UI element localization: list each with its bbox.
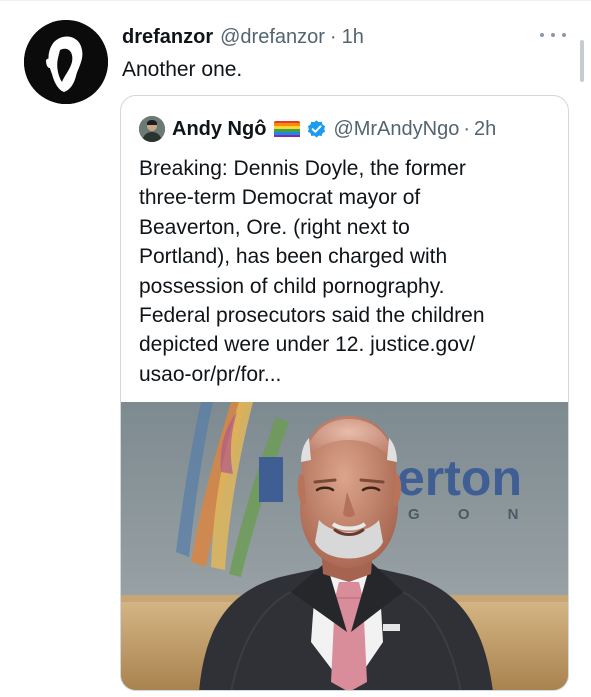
quoted-author-name[interactable]: Andy Ngô <box>172 118 266 141</box>
quoted-text-line: Federal prosecutors said the children <box>139 304 485 328</box>
quoted-tweet-text: Breaking: Dennis Doyle, the former three… <box>139 154 559 389</box>
avatar[interactable] <box>24 20 108 104</box>
tweet-timestamp[interactable]: 1h <box>342 26 364 49</box>
quoted-text-line: usao-or/pr/for... <box>139 362 282 386</box>
author-name[interactable]: drefanzor <box>122 26 213 49</box>
separator-dot: · <box>463 117 471 140</box>
avatar-silhouette-icon <box>24 20 108 104</box>
more-dot <box>540 33 544 37</box>
quoted-avatar-portrait-icon <box>139 116 165 142</box>
sign-text: erton <box>397 450 522 506</box>
quoted-text-line: Breaking: Dennis Doyle, the former <box>139 157 466 180</box>
quoted-text-line: Portland), has been charged with <box>139 245 448 269</box>
portrait-photo: erton G O N <box>121 402 568 690</box>
verified-badge-icon[interactable] <box>306 119 327 140</box>
rainbow-flag-icon <box>274 120 301 138</box>
quoted-tweet-header: Andy Ngô @MrAndyNgo · 2h <box>139 116 496 142</box>
more-dot <box>551 33 555 37</box>
top-divider <box>0 0 591 1</box>
more-horizontal-icon[interactable] <box>540 30 566 40</box>
more-dot <box>562 33 566 37</box>
tweet-header: drefanzor @drefanzor · 1h <box>122 26 364 49</box>
quoted-tweet-timestamp[interactable]: 2h <box>474 118 496 141</box>
quoted-tweet-card[interactable]: Andy Ngô @MrAndyNgo · 2h Breaking: Denni… <box>120 95 569 691</box>
quoted-text-line: possession of child pornography. <box>139 274 445 298</box>
quoted-author-avatar[interactable] <box>139 116 165 142</box>
sign-subtext: G O N <box>408 506 536 523</box>
quoted-text-line: three-term Democrat mayor of <box>139 186 421 210</box>
scrollbar-thumb[interactable] <box>580 40 584 82</box>
quoted-text-line: Beaverton, Ore. (right next to <box>139 215 410 239</box>
quoted-tweet-photo[interactable]: erton G O N <box>121 402 568 690</box>
quoted-author-handle[interactable]: @MrAndyNgo <box>333 118 459 141</box>
author-handle[interactable]: @drefanzor <box>220 26 325 49</box>
quoted-text-line: depicted were under 12. justice.gov/ <box>139 333 476 357</box>
tweet-text: Another one. <box>122 58 243 81</box>
separator-dot: · <box>329 26 337 48</box>
